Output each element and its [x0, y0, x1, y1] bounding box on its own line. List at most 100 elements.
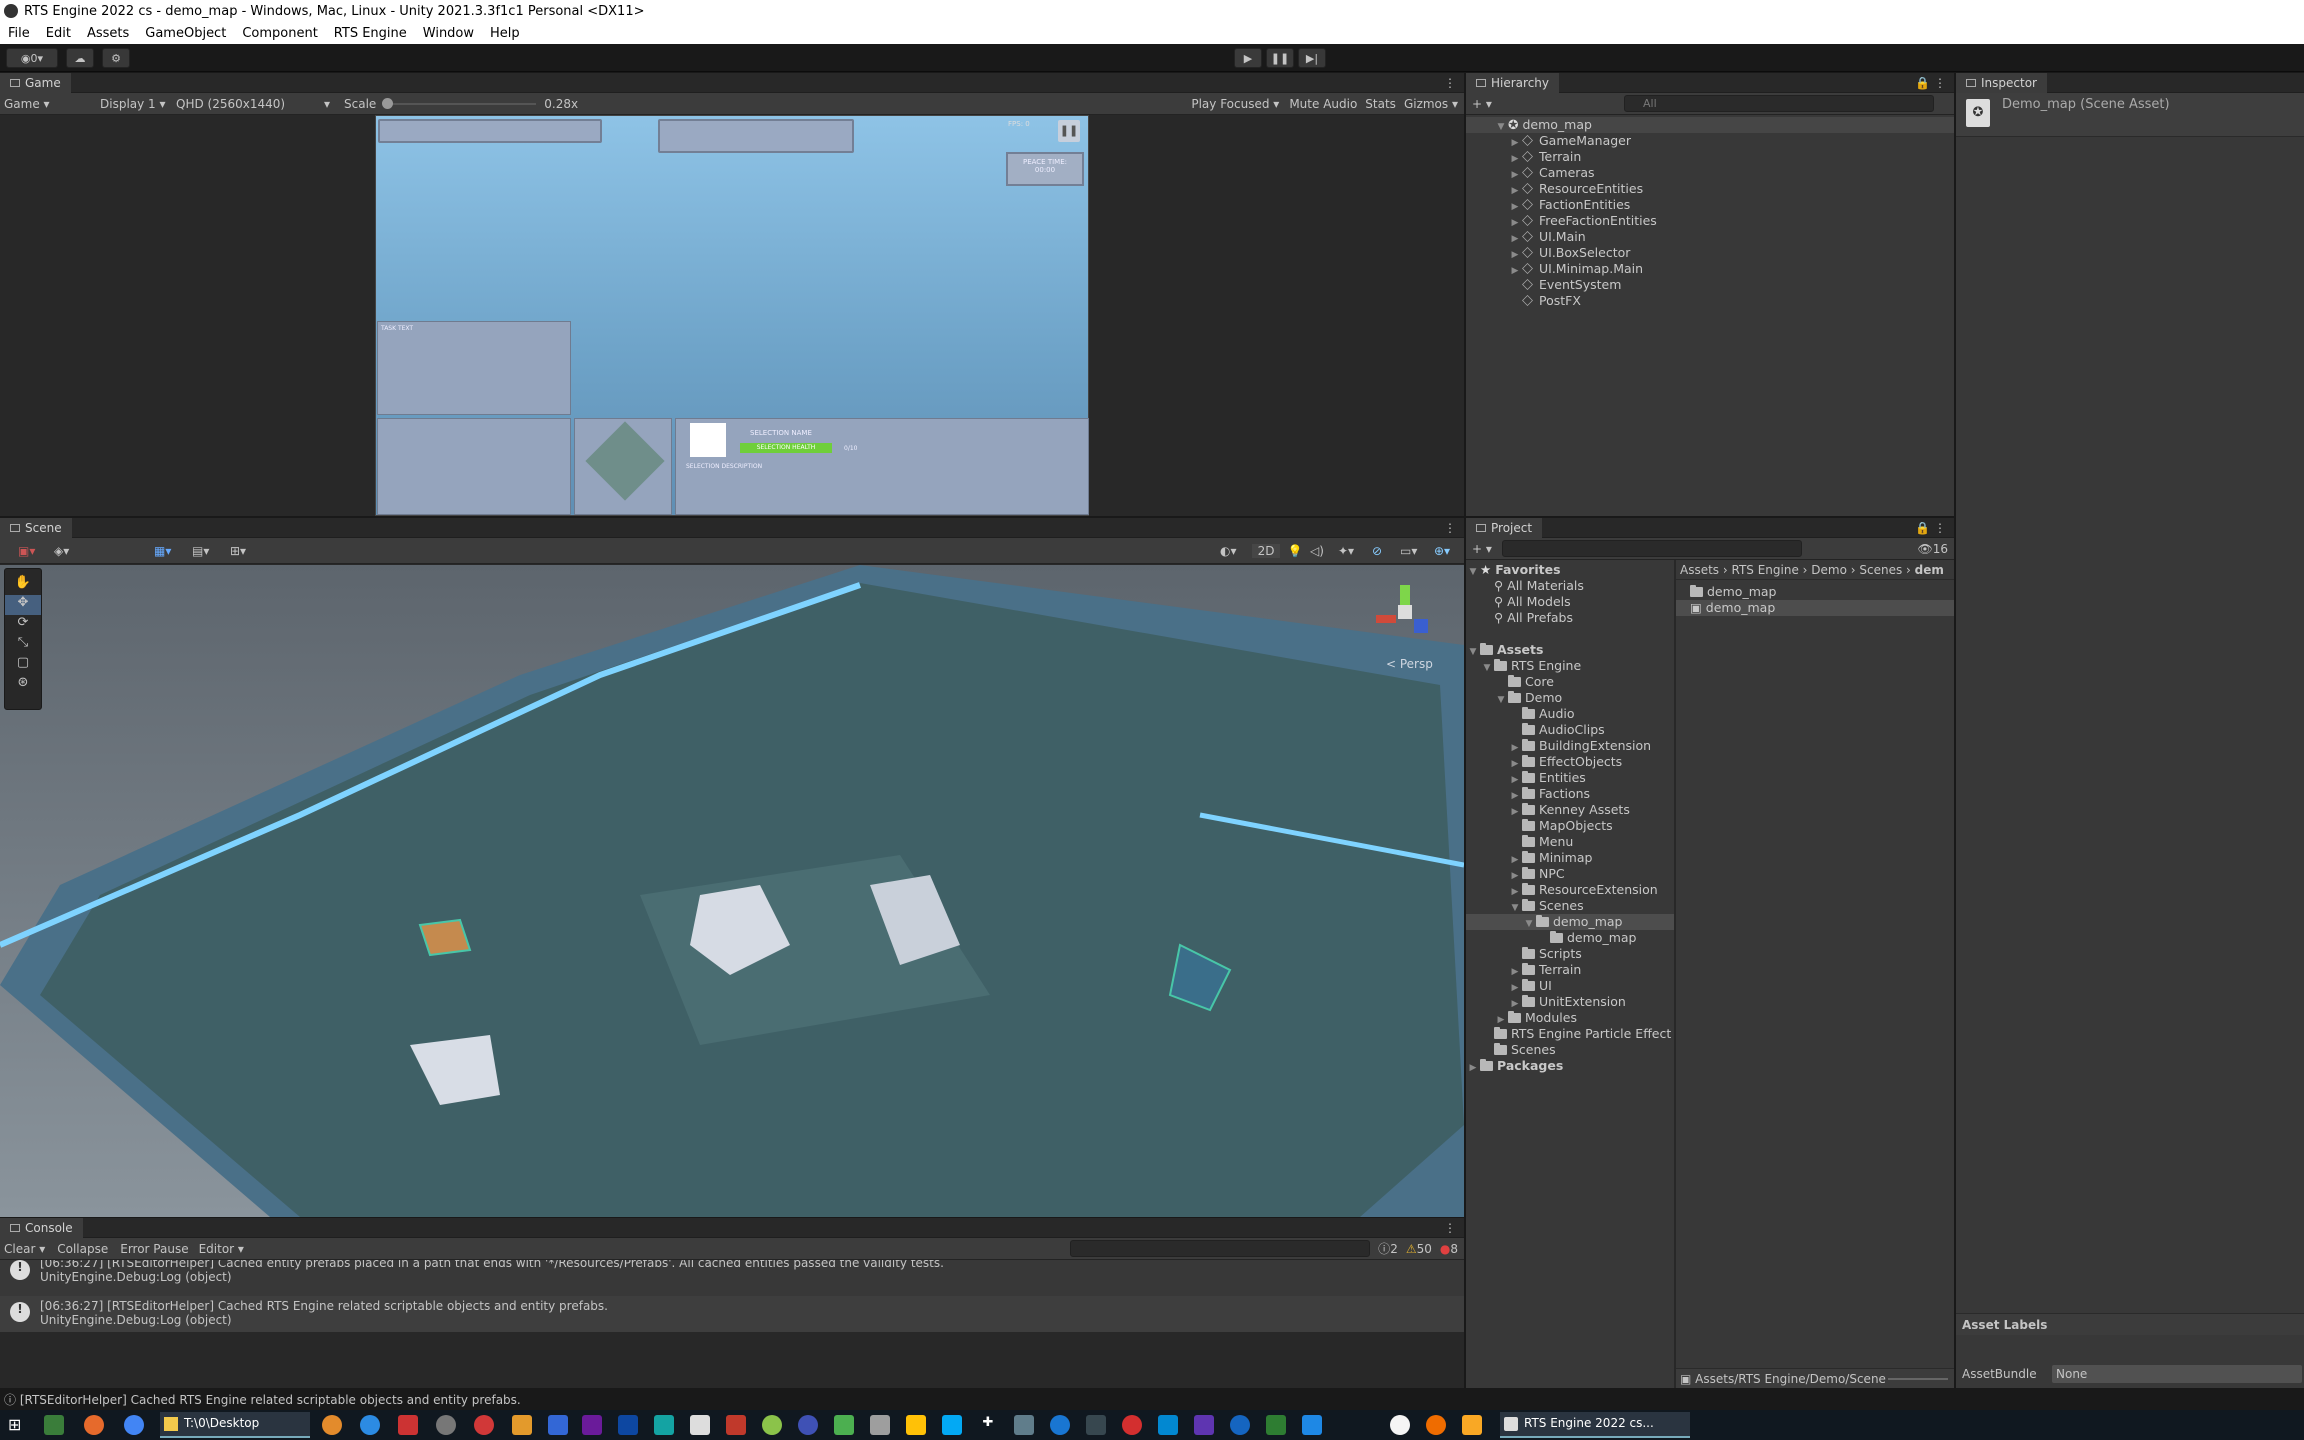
folder-item[interactable]: AudioClips [1466, 722, 1674, 738]
folder-item[interactable]: ▼ Scenes [1466, 898, 1674, 914]
folder-item[interactable]: ▶ Factions [1466, 786, 1674, 802]
asset-labels-header[interactable]: Asset Labels [1956, 1313, 2304, 1335]
folder-item[interactable]: Core [1466, 674, 1674, 690]
folder-item[interactable]: ▼ Demo [1466, 690, 1674, 706]
grid-snap-icon[interactable]: ▦▾ [154, 544, 192, 558]
collapse-toggle[interactable]: Collapse [45, 1242, 108, 1256]
explorer-task[interactable]: T:\0\Desktop [160, 1412, 310, 1438]
app-icon-4[interactable] [436, 1415, 456, 1435]
rect-tool-icon[interactable]: ▢ [5, 655, 41, 675]
menu-component[interactable]: Component [234, 26, 325, 41]
folder-item[interactable]: ▼ RTS Engine [1466, 658, 1674, 674]
folder-item[interactable]: ▶ EffectObjects [1466, 754, 1674, 770]
app-icon-25[interactable] [1426, 1415, 1446, 1435]
gizmos-dropdown[interactable]: Gizmos ▾ [1404, 97, 1464, 111]
panel-menu-icon[interactable]: ⋮ [1444, 76, 1456, 90]
crumb[interactable]: Demo [1811, 563, 1847, 577]
pause-button[interactable]: ❚❚ [1266, 48, 1294, 68]
tab-console[interactable]: Console [0, 1217, 83, 1238]
folder-item[interactable]: ▶ Kenney Assets [1466, 802, 1674, 818]
error-pause-toggle[interactable]: Error Pause [108, 1242, 188, 1256]
hierarchy-item[interactable]: ▶ UI.Minimap.Main [1494, 261, 1954, 277]
app-icon-3[interactable] [398, 1415, 418, 1435]
hierarchy-item[interactable]: ▶ UI.Main [1494, 229, 1954, 245]
light-toggle-icon[interactable]: 💡 [1280, 544, 1310, 558]
app-icon-19[interactable] [1122, 1415, 1142, 1435]
fav-item[interactable]: ⚲ All Models [1466, 594, 1674, 610]
file-item[interactable]: demo_map [1676, 584, 1954, 600]
collab-icon[interactable]: ⚙ [102, 48, 130, 68]
status-text[interactable]: [RTSEditorHelper] Cached RTS Engine rela… [20, 1393, 521, 1407]
file-item-selected[interactable]: ▣ demo_map [1676, 600, 1954, 616]
display-dropdown[interactable]: Display 1 ▾ [90, 97, 170, 111]
app-icon-22[interactable] [1230, 1415, 1250, 1435]
console-search-input[interactable] [1070, 1240, 1371, 1257]
game-mode-dropdown[interactable]: Game ▾ [0, 97, 90, 111]
minimap-terrain[interactable] [585, 421, 665, 501]
menu-window[interactable]: Window [415, 26, 482, 41]
app-icon-18[interactable] [1050, 1415, 1070, 1435]
gizmo-center[interactable] [1398, 605, 1412, 619]
project-add-button[interactable]: + ▾ [1466, 542, 1502, 556]
folder-item[interactable]: ▶ UI [1466, 978, 1674, 994]
toggle-2d-button[interactable]: 2D [1252, 543, 1280, 558]
scale-slider-thumb[interactable] [382, 97, 394, 109]
assetbundle-dropdown[interactable]: None [2052, 1365, 2302, 1383]
app-icon-26[interactable] [1462, 1415, 1482, 1435]
menu-help[interactable]: Help [482, 26, 528, 41]
persp-label[interactable]: < Persp [1386, 657, 1433, 671]
mute-audio-toggle[interactable]: Mute Audio [1289, 97, 1365, 111]
info-count[interactable]: ⓘ2 [1370, 1240, 1398, 1257]
unity-task[interactable]: RTS Engine 2022 cs... [1500, 1412, 1690, 1438]
app-icon-20[interactable] [1158, 1415, 1178, 1435]
hierarchy-item[interactable]: ▶ ResourceEntities [1494, 181, 1954, 197]
folder-item[interactable]: demo_map [1466, 930, 1674, 946]
folder-item[interactable]: Menu [1466, 834, 1674, 850]
cloud-icon[interactable]: ☁ [66, 48, 94, 68]
menu-edit[interactable]: Edit [38, 26, 79, 41]
folder-item[interactable]: ▶ UnitExtension [1466, 994, 1674, 1010]
hierarchy-item[interactable]: ▶ Cameras [1494, 165, 1954, 181]
fav-item[interactable]: ⚲ All Prefabs [1466, 610, 1674, 626]
folder-item[interactable]: ▶ BuildingExtension [1466, 738, 1674, 754]
folder-item[interactable]: Scenes [1466, 1042, 1674, 1058]
app-icon-15[interactable] [942, 1415, 962, 1435]
editor-dropdown[interactable]: Editor ▾ [189, 1242, 244, 1256]
folder-item[interactable]: RTS Engine Particle Effect V [1466, 1026, 1674, 1042]
excel-icon[interactable] [1266, 1415, 1286, 1435]
play-focused-dropdown[interactable]: Play Focused ▾ [1191, 97, 1289, 111]
gizmos-toggle-icon[interactable]: ⊕▾ [1434, 544, 1464, 558]
folder-item[interactable]: MapObjects [1466, 818, 1674, 834]
edge-icon[interactable] [360, 1415, 380, 1435]
account-dropdown[interactable]: ◉ 0 ▾ [6, 48, 58, 68]
crumb[interactable]: RTS Engine [1732, 563, 1799, 577]
app-icon-12[interactable] [834, 1415, 854, 1435]
app-icon-23[interactable] [1302, 1415, 1322, 1435]
folder-item[interactable]: ▶ Modules [1466, 1010, 1674, 1026]
folder-item-selected[interactable]: ▼ demo_map [1466, 914, 1674, 930]
tab-inspector[interactable]: Inspector [1956, 72, 2047, 93]
app-icon-17[interactable] [1014, 1415, 1034, 1435]
scene-terrain-render[interactable] [0, 565, 1464, 1217]
photoshop-icon[interactable] [618, 1415, 638, 1435]
app-icon-16[interactable]: ✚ [978, 1415, 998, 1435]
hierarchy-search-input[interactable]: All [1624, 95, 1934, 112]
menu-assets[interactable]: Assets [79, 26, 137, 41]
tab-hierarchy[interactable]: Hierarchy [1466, 72, 1560, 93]
hierarchy-item[interactable]: ▶ FactionEntities [1494, 197, 1954, 213]
scale-slider[interactable] [382, 97, 537, 109]
tab-scene[interactable]: Scene [0, 517, 72, 538]
hierarchy-item[interactable]: PostFX [1494, 293, 1954, 309]
gizmo-z-axis[interactable] [1414, 619, 1428, 633]
app-icon-24[interactable] [1390, 1415, 1410, 1435]
app-icon-13[interactable] [870, 1415, 890, 1435]
folder-item[interactable]: ▶ Terrain [1466, 962, 1674, 978]
scene-viewport[interactable]: ✋ ✥ ⟳ ⤡ ▢ ⊛ < Persp [0, 565, 1464, 1217]
hierarchy-lock-icon[interactable]: 🔒 ⋮ [1915, 76, 1946, 90]
project-search-input[interactable] [1502, 540, 1802, 557]
menu-gameobject[interactable]: GameObject [137, 26, 234, 41]
rotate-tool-icon[interactable]: ⟳ [5, 615, 41, 635]
hierarchy-item[interactable]: ▶ UI.BoxSelector [1494, 245, 1954, 261]
assets-root[interactable]: ▼ Assets [1466, 642, 1674, 658]
app-icon-8[interactable] [654, 1415, 674, 1435]
